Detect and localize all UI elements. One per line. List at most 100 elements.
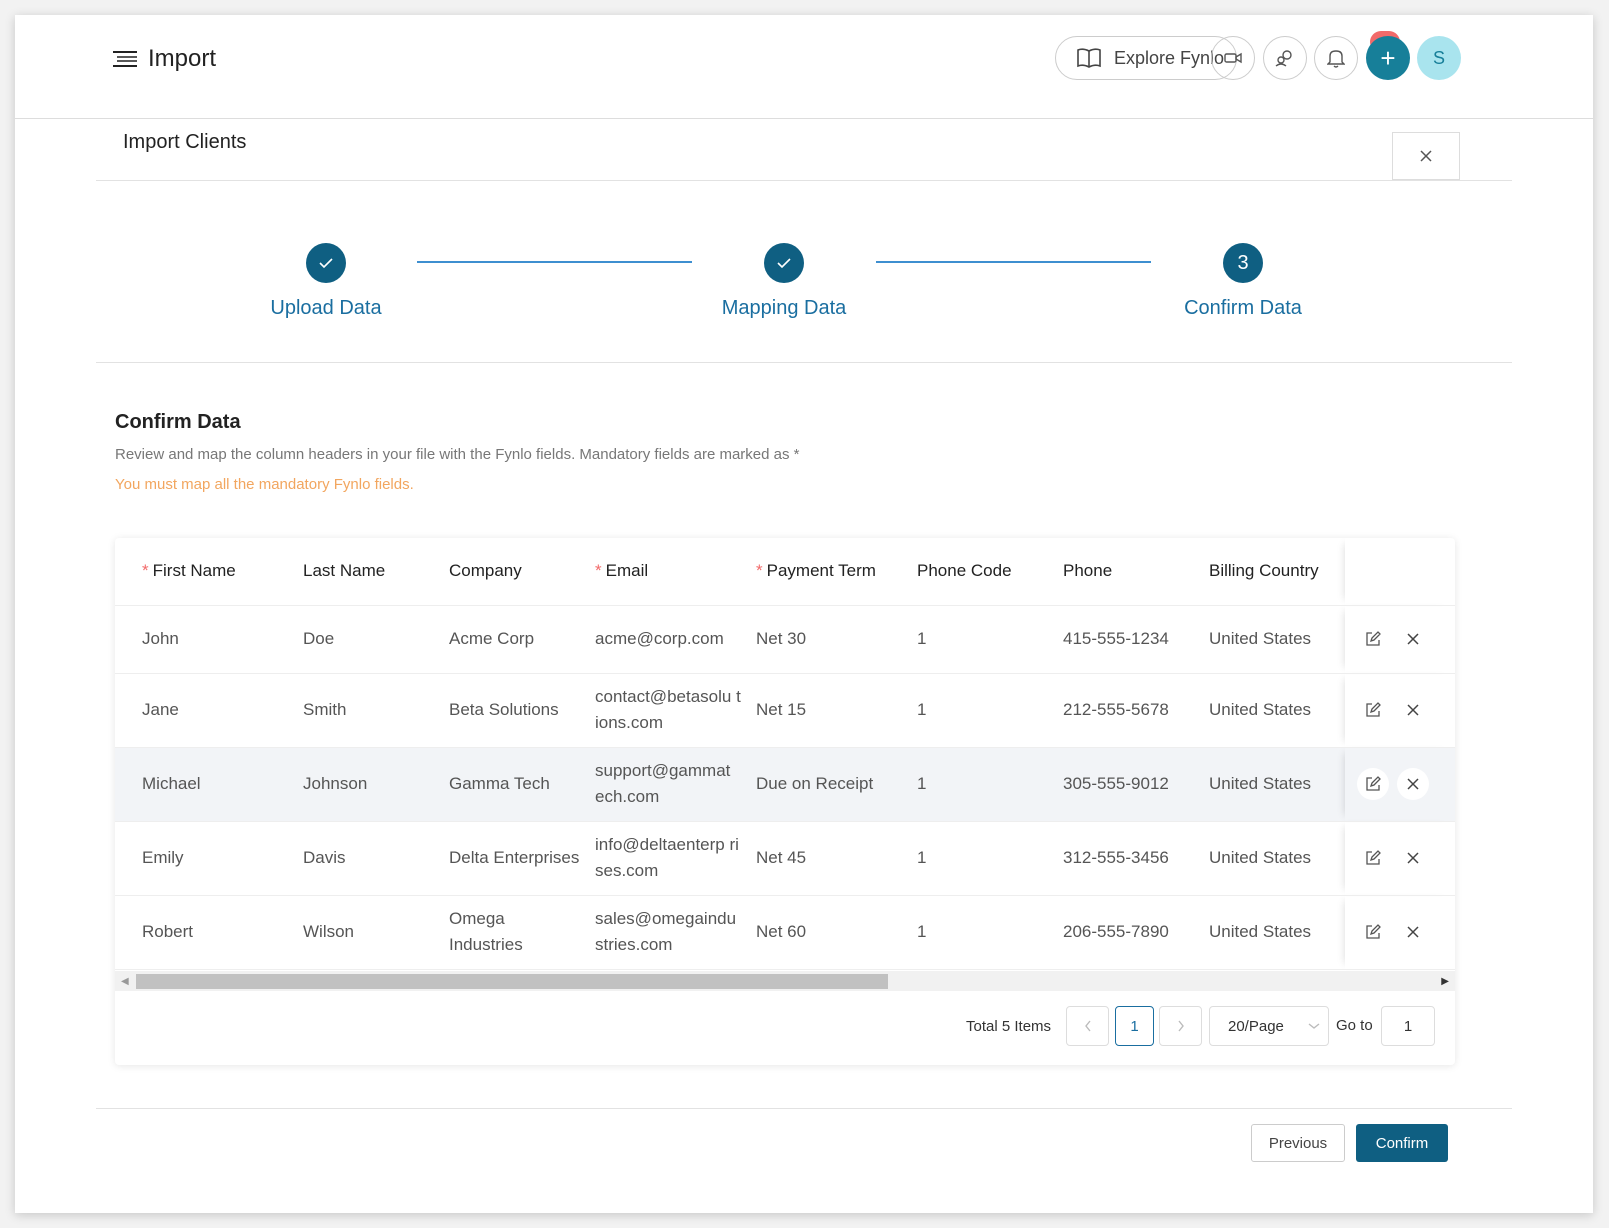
table-row: Robert Wilson Omega Industries sales@omegai… — [115, 895, 1455, 970]
support-button[interactable] — [1263, 36, 1307, 80]
cell-first-name: Robert — [115, 895, 303, 970]
row-actions — [1345, 747, 1455, 822]
cell-first-name: Michael — [115, 747, 303, 822]
step-connector — [417, 261, 692, 263]
scroll-left-arrow-icon[interactable]: ◀ — [121, 976, 129, 987]
page-size-select[interactable]: 20/Page — [1209, 1006, 1329, 1046]
cell-last-name: Smith — [303, 673, 449, 748]
total-items: Total 5 Items — [966, 1017, 1052, 1035]
chevron-down-icon — [1308, 1023, 1320, 1029]
step-1-check — [306, 243, 346, 283]
cell-last-name: Johnson — [303, 747, 449, 822]
cell-first-name: John — [115, 605, 303, 674]
close-button[interactable] — [1392, 132, 1460, 180]
avatar[interactable]: S — [1417, 36, 1461, 80]
divider — [96, 362, 1512, 363]
notifications-button[interactable] — [1314, 36, 1358, 80]
page-1-button[interactable]: 1 — [1115, 1006, 1154, 1046]
close-icon — [1407, 778, 1419, 790]
col-label: Payment Term — [766, 561, 876, 581]
add-button[interactable]: + — [1366, 36, 1410, 80]
col-email[interactable]: * Email — [595, 538, 756, 606]
cell-payment-term: Due on Receipt — [756, 747, 917, 822]
cell-first-name: Jane — [115, 673, 303, 748]
data-table-card: * First Name Last Name Company * Email * Pa… — [115, 538, 1455, 1065]
col-company[interactable]: Company — [449, 538, 595, 606]
page-title: Import Clients — [123, 131, 247, 153]
cell-phone: 206-555-7890 — [1063, 895, 1209, 970]
col-last-name[interactable]: Last Name — [303, 538, 449, 606]
col-phone-code[interactable]: Phone Code — [917, 538, 1063, 606]
edit-icon — [1366, 776, 1381, 791]
cell-email: acme@corp.com — [595, 605, 756, 674]
cell-company: Delta Enterprises — [449, 821, 595, 896]
table-row: Emily Davis Delta Enterprises info@deltaent… — [115, 821, 1455, 896]
cell-phone: 312-555-3456 — [1063, 821, 1209, 896]
chevron-left-icon — [1084, 1020, 1091, 1032]
delete-row-button[interactable] — [1397, 768, 1429, 800]
cell-email: contact@betasolu tions.com — [595, 673, 756, 748]
row-actions — [1345, 673, 1455, 748]
cell-email: sales@omegaindu stries.com — [595, 895, 756, 970]
row-actions — [1345, 821, 1455, 896]
cell-phone-code: 1 — [917, 673, 1063, 748]
cell-company: Acme Corp — [449, 605, 595, 674]
section-title: Confirm Data — [115, 411, 241, 433]
cell-payment-term: Net 45 — [756, 821, 917, 896]
col-billing-country[interactable]: Billing Country — [1209, 538, 1345, 606]
col-first-name[interactable]: * First Name — [115, 538, 303, 606]
edit-row-button[interactable] — [1357, 623, 1389, 655]
col-payment-term[interactable]: * Payment Term — [756, 538, 917, 606]
edit-icon — [1366, 850, 1381, 865]
cell-payment-term: Net 30 — [756, 605, 917, 674]
col-label: First Name — [152, 561, 236, 581]
cell-payment-term: Net 15 — [756, 673, 917, 748]
cell-phone: 415-555-1234 — [1063, 605, 1209, 674]
edit-row-button[interactable] — [1357, 842, 1389, 874]
step-2-label: Mapping Data — [721, 297, 847, 319]
next-page-button[interactable] — [1159, 1006, 1202, 1046]
col-label: Email — [605, 561, 649, 581]
actions-group — [1345, 623, 1455, 655]
prev-page-button[interactable] — [1066, 1006, 1109, 1046]
avatar-initial: S — [1432, 47, 1445, 68]
scroll-right-arrow-icon[interactable]: ▶ — [1441, 976, 1449, 987]
previous-button[interactable]: Previous — [1251, 1124, 1345, 1162]
edit-row-button[interactable] — [1357, 768, 1389, 800]
goto-input[interactable]: 1 — [1381, 1006, 1435, 1046]
edit-row-button[interactable] — [1357, 916, 1389, 948]
goto-label: Go to — [1336, 1017, 1373, 1034]
delete-row-button[interactable] — [1397, 916, 1429, 948]
delete-row-button[interactable] — [1397, 694, 1429, 726]
edit-icon — [1366, 631, 1381, 646]
step-1-label: Upload Data — [270, 297, 382, 319]
data-table: * First Name Last Name Company * Email * Pa… — [115, 538, 1455, 970]
app-title: Import — [148, 45, 217, 72]
cell-billing-country: United States — [1209, 605, 1345, 674]
actions-group — [1345, 916, 1455, 948]
actions-group — [1345, 694, 1455, 726]
header-row: * First Name Last Name Company * Email * Pa… — [115, 538, 1455, 606]
confirm-button[interactable]: Confirm — [1356, 1124, 1448, 1162]
plus-icon: + — [1380, 42, 1396, 73]
divider — [96, 180, 1512, 181]
cell-billing-country: United States — [1209, 747, 1345, 822]
divider — [96, 1108, 1512, 1109]
close-icon — [1407, 926, 1419, 938]
cell-last-name: Wilson — [303, 895, 449, 970]
horizontal-scrollbar[interactable]: ◀ ▶ — [115, 971, 1455, 991]
check-icon — [777, 258, 791, 269]
col-phone[interactable]: Phone — [1063, 538, 1209, 606]
delete-row-button[interactable] — [1397, 842, 1429, 874]
edit-row-button[interactable] — [1357, 694, 1389, 726]
scroll-thumb[interactable] — [136, 974, 888, 989]
cell-payment-term: Net 60 — [756, 895, 917, 970]
video-button[interactable] — [1211, 36, 1255, 80]
top-bar: Import Explore Fynlo + S — [15, 15, 1593, 119]
col-actions — [1345, 538, 1455, 606]
explore-button[interactable]: Explore Fynlo — [1055, 36, 1237, 80]
table-row: John Doe Acme Corp acme@corp.com Net 30 1 415-… — [115, 605, 1455, 674]
menu-icon[interactable] — [113, 50, 139, 70]
row-actions — [1345, 605, 1455, 674]
delete-row-button[interactable] — [1397, 623, 1429, 655]
